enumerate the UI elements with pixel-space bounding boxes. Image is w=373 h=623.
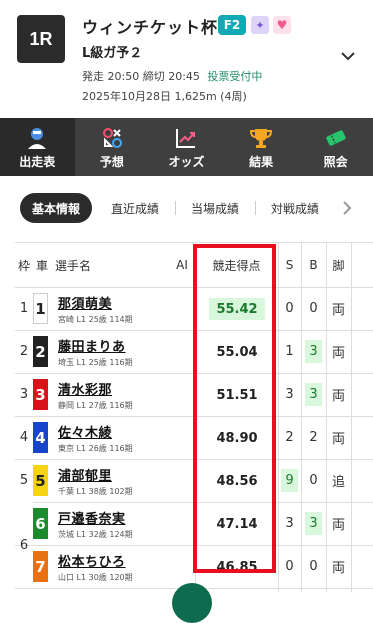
b-count: 3	[305, 512, 322, 535]
b-count: 0	[309, 301, 318, 316]
header-car: 車	[35, 258, 48, 273]
nav-entries[interactable]: 出走表	[0, 118, 75, 176]
s-count: 0	[285, 301, 294, 316]
col-divider	[351, 243, 352, 592]
chevron-right-icon	[343, 201, 352, 215]
racer-info: 千葉 L1 38歳 102期	[58, 487, 133, 496]
race-number-badge: 1R	[17, 15, 65, 63]
kyaku-type: 両	[331, 432, 345, 447]
tab-basic-info[interactable]: 基本情報	[20, 193, 92, 223]
chevron-down-icon[interactable]	[340, 50, 356, 62]
car-number-badge: 1	[33, 293, 48, 324]
kyaku-type: 両	[331, 346, 345, 361]
s-count: 1	[285, 344, 294, 359]
waku-number: 6	[19, 537, 29, 553]
header-ai: AI	[176, 258, 188, 272]
deadline-time: 締切 20:45	[142, 70, 200, 83]
start-time: 発走 20:50	[82, 70, 140, 83]
nav-results[interactable]: 結果	[224, 118, 299, 176]
s-count: 2	[285, 430, 294, 445]
waku-number: 5	[19, 473, 29, 488]
car-number-badge: 2	[33, 336, 48, 367]
racer-name[interactable]: 藤田まりあ	[58, 336, 126, 355]
racer-info: 宮崎 L1 25歳 114期	[58, 315, 133, 324]
nav-label: 照会	[323, 155, 348, 169]
kyaku-type: 両	[331, 303, 345, 318]
racer-name[interactable]: 戸邉香奈実	[58, 508, 126, 527]
car-number-badge: 4	[33, 422, 48, 453]
header-s: S	[285, 258, 294, 272]
racer-name[interactable]: 清水彩那	[58, 379, 112, 398]
odds-chart-icon	[176, 129, 196, 148]
score-column-highlight	[193, 244, 276, 573]
tab-divider	[175, 201, 176, 215]
waku-number: 3	[19, 387, 29, 402]
racer-icon	[28, 128, 47, 149]
vote-status: 投票受付中	[207, 70, 263, 83]
info-tabs: 基本情報 直近成績 当場成績 対戦成績	[0, 186, 373, 230]
nav-label: 予想	[99, 155, 124, 169]
header-racer: 選手名	[55, 258, 92, 273]
s-count: 3	[285, 516, 294, 531]
car-number-badge: 5	[33, 465, 48, 496]
racer-name[interactable]: 浦部郁里	[58, 465, 112, 484]
racer-name[interactable]: 松本ちひろ	[58, 551, 126, 570]
tab-divider	[255, 201, 256, 215]
s-count: 9	[281, 469, 298, 492]
b-count: 3	[305, 340, 322, 363]
s-count: 3	[285, 387, 294, 402]
race-date-distance: 2025年10月28日 1,625m (4周)	[82, 90, 247, 103]
tab-head-to-head[interactable]: 対戦成績	[260, 193, 330, 223]
header-b: B	[309, 258, 318, 272]
race-header: 1R ウィンチケット杯 F2 ✦ ♥ L級ガ予２ 発走 20:50 締切 20:…	[0, 0, 373, 118]
kyaku-type: 両	[331, 561, 345, 576]
nav-label: 出走表	[19, 155, 56, 169]
racer-info: 東京 L1 26歳 116期	[58, 444, 133, 453]
race-title: ウィンチケット杯	[82, 18, 219, 37]
race-times: 発走 20:50 締切 20:45 投票受付中	[82, 68, 262, 84]
s-count: 0	[285, 559, 294, 574]
racer-info: 埼玉 L1 25歳 116期	[58, 358, 133, 367]
racer-name[interactable]: 那須萌美	[58, 293, 112, 312]
nav-label: オッズ	[168, 155, 205, 169]
racer-info: 静岡 L1 27歳 116期	[58, 401, 133, 410]
nav-prediction[interactable]: 予想	[75, 118, 150, 176]
nav-inquiry[interactable]: 照会	[298, 118, 373, 176]
racer-info: 茨城 L1 32歳 124期	[58, 530, 133, 539]
kyaku-type: 両	[331, 518, 345, 533]
b-count: 0	[309, 559, 318, 574]
car-number-badge: 3	[33, 379, 48, 410]
b-count: 2	[309, 430, 318, 445]
tabs-scroll-right[interactable]	[330, 186, 373, 230]
kyaku-type: 追	[331, 475, 345, 490]
sparkle-icon: ✦	[251, 16, 269, 34]
heart-icon: ♥	[273, 16, 291, 34]
nav-odds[interactable]: オッズ	[149, 118, 224, 176]
b-count: 3	[305, 383, 322, 406]
racer-info: 山口 L1 30歳 120期	[58, 573, 133, 582]
main-nav: 出走表 予想 オッズ 結果 照会	[0, 118, 373, 176]
waku-number: 4	[19, 430, 29, 445]
kyaku-type: 両	[331, 389, 345, 404]
floating-action-button[interactable]	[172, 583, 212, 623]
ticket-icon	[326, 130, 346, 146]
tab-venue-results[interactable]: 当場成績	[180, 193, 250, 223]
grade-badge: F2	[218, 15, 246, 35]
race-name: L級ガ予２	[82, 46, 143, 61]
prediction-icon	[102, 128, 122, 148]
trophy-icon	[250, 129, 273, 148]
header-waku: 枠	[17, 258, 30, 273]
tab-recent-results[interactable]: 直近成績	[100, 193, 170, 223]
racer-name[interactable]: 佐々木綾	[58, 422, 112, 441]
nav-label: 結果	[249, 155, 274, 169]
header-kyaku: 脚	[332, 258, 345, 273]
waku-number: 2	[19, 344, 29, 359]
car-number-badge: 6	[33, 508, 48, 539]
car-number-badge: 7	[33, 551, 48, 582]
waku-number: 1	[19, 301, 29, 316]
b-count: 0	[309, 473, 318, 488]
